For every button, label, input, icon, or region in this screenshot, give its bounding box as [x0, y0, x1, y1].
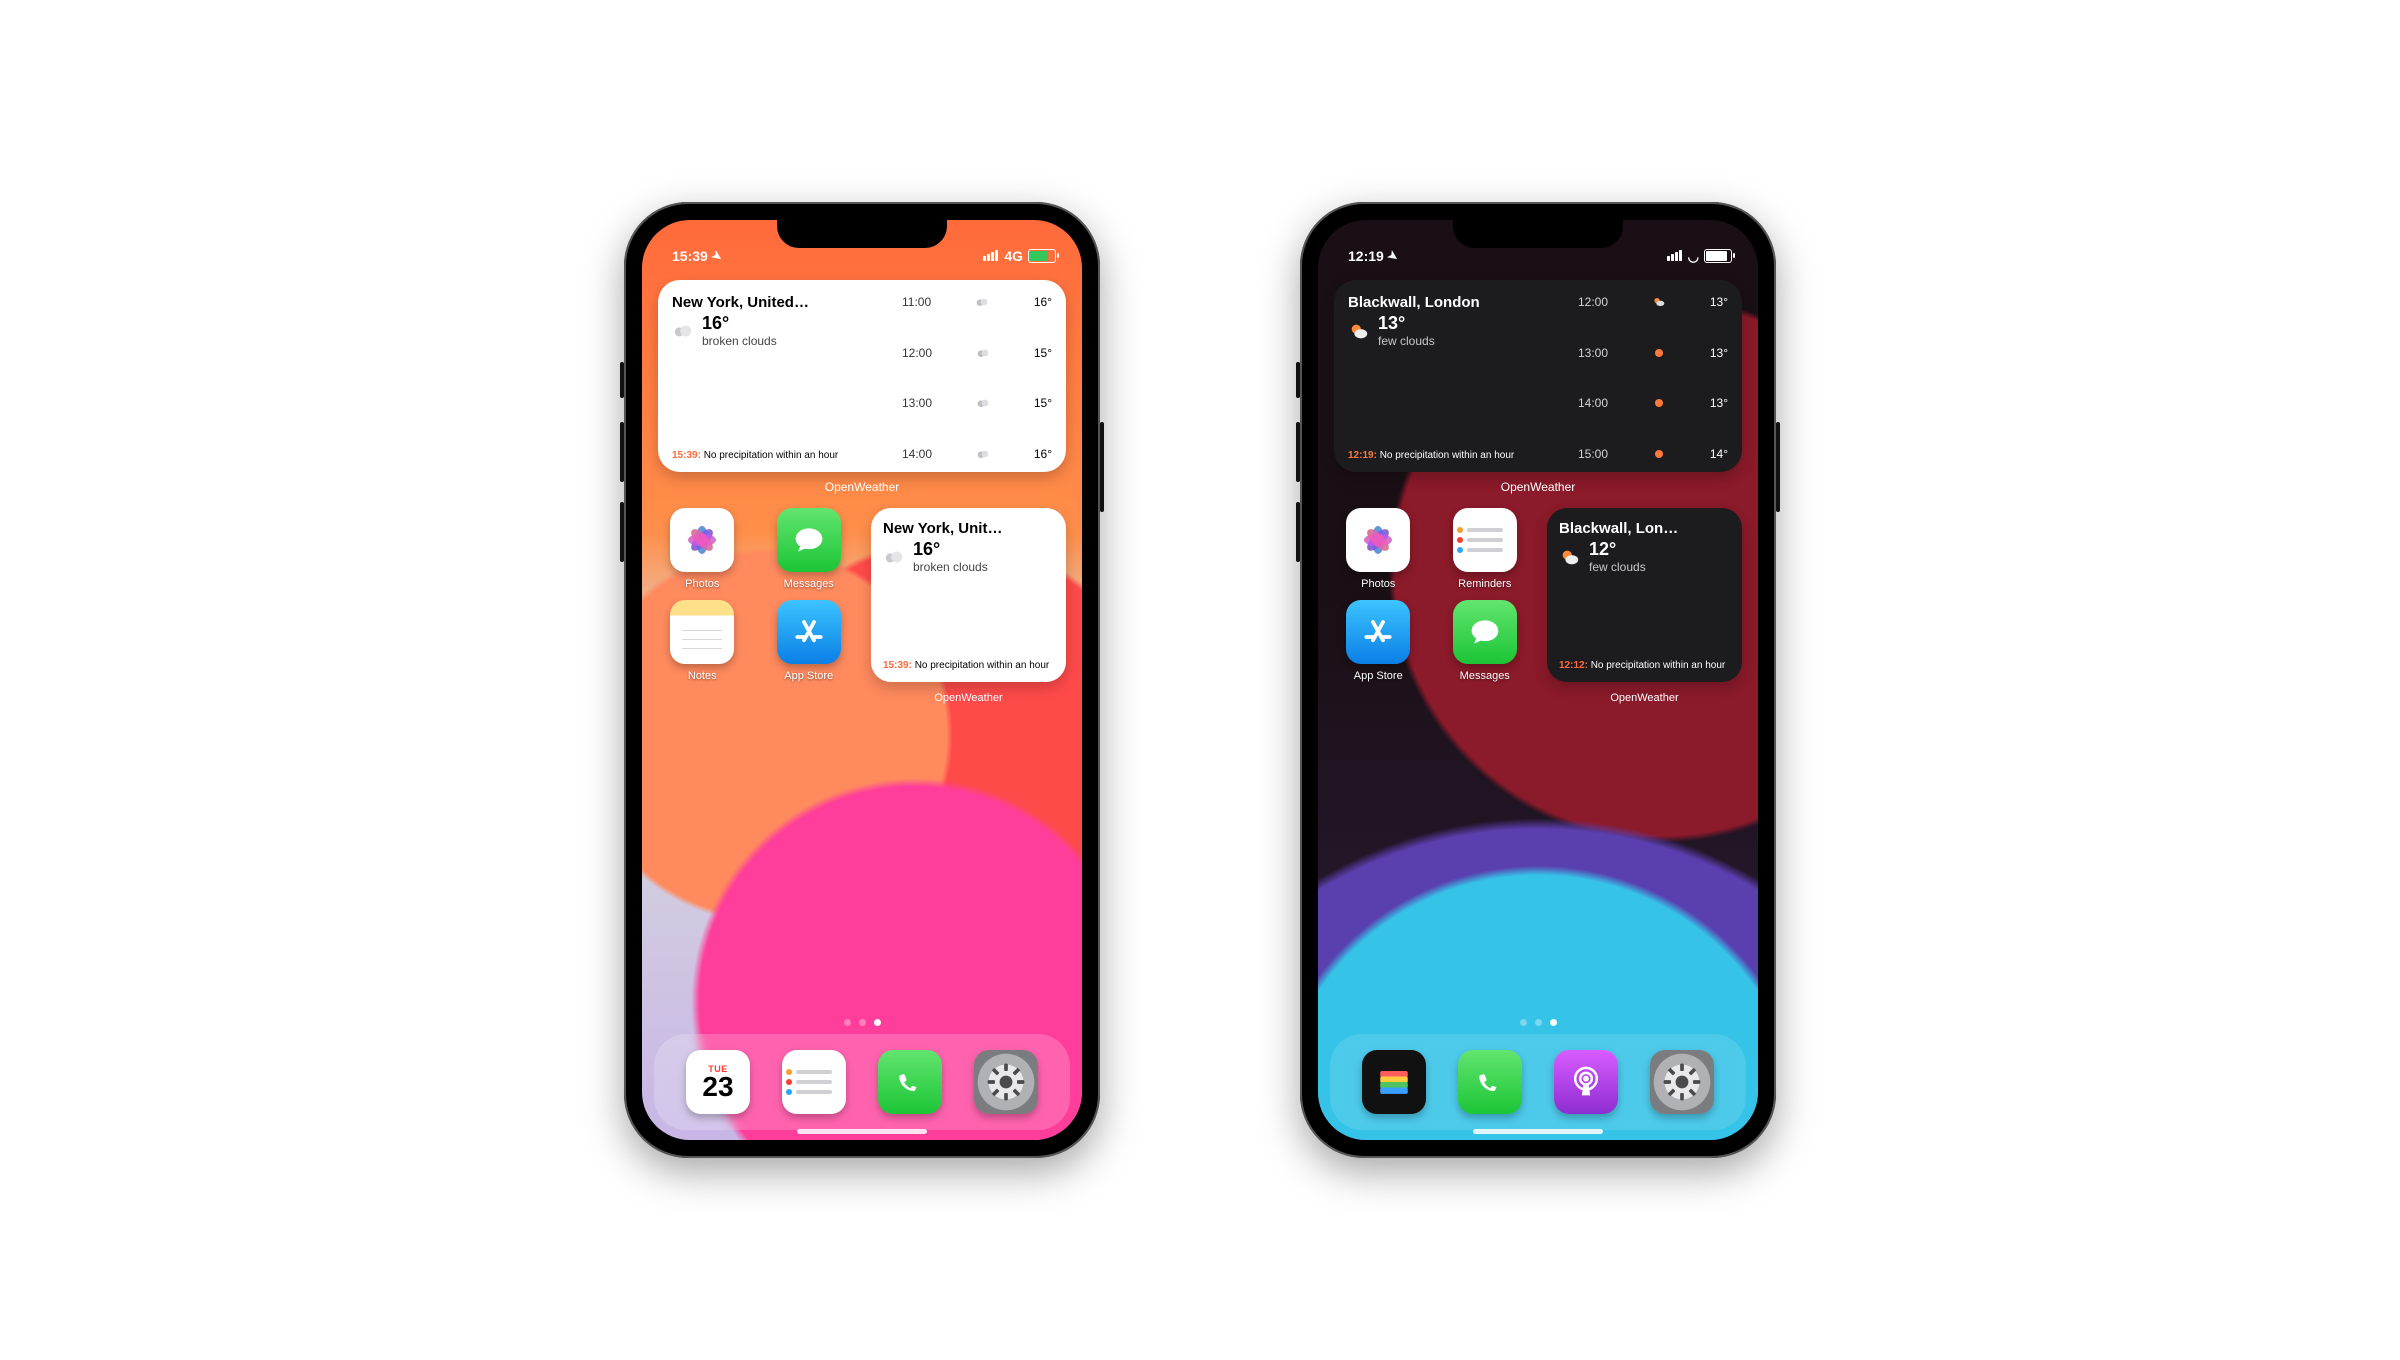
phone-dark: 12:19 ➤ ◡︎ Blackwall, London	[1300, 202, 1776, 1158]
location-arrow-icon: ➤	[709, 247, 725, 264]
location-arrow-icon: ➤	[1385, 247, 1401, 264]
widget-location: New York, United…	[672, 294, 832, 311]
weather-widget-small[interactable]: New York, Unit… 16° broken clouds 15:39:…	[871, 508, 1066, 682]
notch	[777, 220, 947, 248]
app-notes[interactable]: Notes	[658, 600, 747, 682]
home-grid: Photos Messages New York, Unit…	[658, 508, 1066, 682]
wifi-icon: ◡︎	[1688, 250, 1699, 263]
widget-medium-label: OpenWeather	[1334, 480, 1742, 494]
widget-medium-label: OpenWeather	[658, 480, 1066, 494]
network-label: 4G	[1004, 248, 1023, 264]
weather-widget-small[interactable]: Blackwall, Lon… 12° few clouds 12:12: No…	[1547, 508, 1742, 682]
weather-widget-medium[interactable]: Blackwall, London 13° few clouds 12:19: …	[1334, 280, 1742, 472]
dock-reminders[interactable]	[782, 1050, 846, 1114]
widget-desc: broken clouds	[702, 334, 777, 348]
dock-wallet[interactable]	[1362, 1050, 1426, 1114]
widget-small-label: OpenWeather	[1547, 692, 1742, 704]
messages-icon	[1453, 600, 1517, 664]
dock-settings[interactable]	[1650, 1050, 1714, 1114]
dock	[1330, 1034, 1746, 1130]
dock-settings[interactable]	[974, 1050, 1038, 1114]
screen-light[interactable]: 15:39 ➤ 4G New York, United…	[642, 220, 1082, 1140]
broken-clouds-icon	[883, 546, 905, 568]
notch	[1453, 220, 1623, 248]
cell-signal-icon	[1667, 248, 1683, 264]
home-grid: Photos Reminders Blackwall, Lon… 12° few…	[1334, 508, 1742, 682]
dock: TUE23	[654, 1034, 1070, 1130]
few-clouds-icon	[1348, 320, 1370, 342]
home-indicator[interactable]	[797, 1129, 927, 1134]
battery-icon	[1028, 249, 1056, 263]
appstore-icon	[1346, 600, 1410, 664]
widget-note: 15:39: No precipitation within an hour	[672, 450, 838, 462]
photos-icon	[1346, 508, 1410, 572]
dock-phone[interactable]	[1458, 1050, 1522, 1114]
weather-widget-medium[interactable]: New York, United… 16° broken clouds 15:3…	[658, 280, 1066, 472]
phone-light: 15:39 ➤ 4G New York, United…	[624, 202, 1100, 1158]
reminders-icon	[1453, 508, 1517, 572]
app-reminders[interactable]: Reminders	[1441, 508, 1530, 590]
appstore-icon	[777, 600, 841, 664]
screen-dark[interactable]: 12:19 ➤ ◡︎ Blackwall, London	[1318, 220, 1758, 1140]
forecast-list: 12:0013° 13:0013° 14:0013° 15:0014°	[1578, 294, 1728, 462]
broken-clouds-icon	[672, 320, 694, 342]
page-indicator[interactable]	[658, 1019, 1066, 1034]
forecast-list: 11:0016° 12:0015° 13:0015° 14:0016°	[902, 294, 1052, 462]
page-indicator[interactable]	[1334, 1019, 1742, 1034]
app-messages[interactable]: Messages	[765, 508, 854, 590]
app-photos[interactable]: Photos	[1334, 508, 1423, 590]
battery-icon	[1704, 249, 1732, 263]
widget-temp: 16°	[702, 313, 777, 334]
dock-phone[interactable]	[878, 1050, 942, 1114]
dock-calendar[interactable]: TUE23	[686, 1050, 750, 1114]
home-indicator[interactable]	[1473, 1129, 1603, 1134]
cell-signal-icon	[983, 248, 999, 264]
messages-icon	[777, 508, 841, 572]
widget-small-label: OpenWeather	[871, 692, 1066, 704]
comparison-stage: 15:39 ➤ 4G New York, United…	[0, 0, 2400, 1360]
app-appstore[interactable]: App Store	[765, 600, 854, 682]
app-photos[interactable]: Photos	[658, 508, 747, 590]
status-time: 12:19	[1348, 248, 1384, 264]
app-appstore[interactable]: App Store	[1334, 600, 1423, 682]
dock-podcasts[interactable]	[1554, 1050, 1618, 1114]
status-time: 15:39	[672, 248, 708, 264]
few-clouds-icon	[1559, 546, 1581, 568]
app-messages[interactable]: Messages	[1441, 600, 1530, 682]
notes-icon	[670, 600, 734, 664]
photos-icon	[670, 508, 734, 572]
